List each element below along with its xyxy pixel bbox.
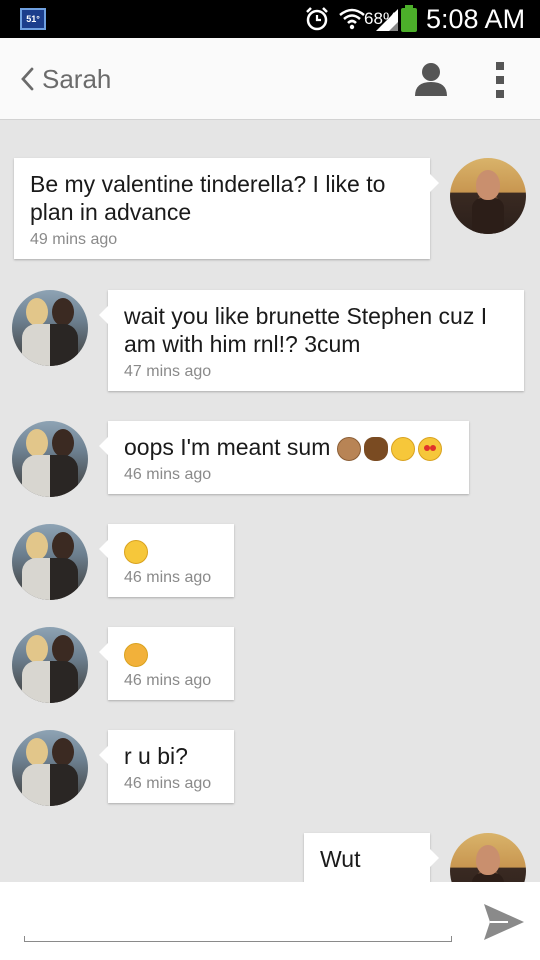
message-bubble[interactable]: 46 mins ago <box>99 524 234 597</box>
status-bar: 51° 68% 5:08 AM <box>0 0 540 38</box>
message-item: 46 mins ago <box>0 627 540 707</box>
message-item: Be my valentine tinderella? I like to pl… <box>0 158 540 268</box>
message-time: 49 mins ago <box>30 231 118 248</box>
message-item: oops I'm meant sum 46 mins ago <box>0 421 540 501</box>
kiss-emoji-icon <box>124 539 148 564</box>
message-thread[interactable]: Be my valentine tinderella? I like to pl… <box>0 120 540 882</box>
message-bubble[interactable]: wait you like brunette Stephen cuz I am … <box>99 290 524 391</box>
message-text-row: oops I'm meant sum <box>124 433 453 461</box>
action-bar: Sarah <box>0 38 540 120</box>
message-bubble[interactable]: 46 mins ago <box>99 627 234 700</box>
kiss-emoji-icon <box>390 436 415 461</box>
avatar[interactable] <box>12 524 88 600</box>
message-bubble[interactable]: r u bi? 46 mins ago <box>99 730 234 803</box>
weather-badge: 51° <box>20 8 46 30</box>
message-time: 46 mins ago <box>124 672 212 689</box>
message-bubble[interactable]: oops I'm meant sum 46 mins ago <box>99 421 469 494</box>
monkey-emoji-icon <box>336 436 361 461</box>
input-underline <box>24 936 452 942</box>
message-bubble[interactable]: Be my valentine tinderella? I like to pl… <box>14 158 439 259</box>
avatar[interactable] <box>450 833 526 882</box>
message-item: r u bi? 46 mins ago <box>0 730 540 810</box>
battery-icon <box>401 5 417 32</box>
message-item: 46 mins ago <box>0 524 540 604</box>
send-icon[interactable] <box>482 900 526 944</box>
message-time: 46 mins ago <box>124 569 212 586</box>
clock: 5:08 AM <box>426 4 526 34</box>
message-text-row <box>124 639 218 667</box>
message-time: 46 mins ago <box>124 466 212 483</box>
message-item: Wut <box>0 833 540 882</box>
message-text: oops I'm meant sum <box>124 434 331 460</box>
avatar[interactable] <box>12 627 88 703</box>
message-input[interactable] <box>30 902 450 938</box>
message-text: Wut <box>320 846 361 872</box>
poop-emoji-icon <box>363 436 388 461</box>
battery-percent: 68% <box>364 9 399 28</box>
alarm-icon <box>306 7 328 31</box>
message-bubble[interactable]: Wut <box>304 833 439 882</box>
heart-eyes-emoji-icon <box>417 436 442 461</box>
message-text-row <box>124 536 218 564</box>
message-text: r u bi? <box>124 743 188 769</box>
person-icon[interactable] <box>412 60 450 98</box>
overflow-menu-icon[interactable] <box>494 60 506 100</box>
message-text: wait you like brunette Stephen cuz I am … <box>124 303 488 357</box>
compose-bar <box>0 882 540 960</box>
avatar[interactable] <box>12 730 88 806</box>
sad-emoji-icon <box>124 642 148 667</box>
contact-name[interactable]: Sarah <box>42 64 111 95</box>
avatar[interactable] <box>450 158 526 234</box>
chevron-left-icon[interactable] <box>20 67 34 91</box>
wifi-icon <box>339 8 365 30</box>
message-time: 46 mins ago <box>124 775 212 792</box>
avatar[interactable] <box>12 290 88 366</box>
message-text: Be my valentine tinderella? I like to pl… <box>30 171 386 225</box>
avatar[interactable] <box>12 421 88 497</box>
message-item: wait you like brunette Stephen cuz I am … <box>0 290 540 400</box>
message-time: 47 mins ago <box>124 363 212 380</box>
